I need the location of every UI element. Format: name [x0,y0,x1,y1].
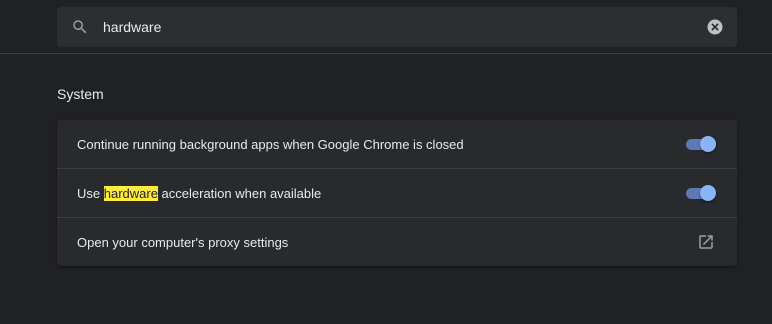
label-suffix: acceleration when available [157,185,322,201]
toggle-knob [700,136,716,152]
hardware-acceleration-toggle[interactable] [684,185,716,201]
setting-row-background-apps[interactable]: Continue running background apps when Go… [57,120,737,168]
setting-label: Use hardware acceleration when available [77,185,684,201]
background-apps-toggle[interactable] [684,136,716,152]
setting-row-proxy-settings[interactable]: Open your computer's proxy settings [57,217,737,266]
clear-icon[interactable] [706,18,724,36]
search-toolbar [0,0,772,54]
settings-card: Continue running background apps when Go… [57,120,737,266]
search-box[interactable] [57,7,737,47]
toggle-knob [700,185,716,201]
open-in-new-icon[interactable] [697,233,715,251]
setting-label: Open your computer's proxy settings [77,234,289,250]
search-input[interactable] [103,7,683,47]
label-prefix: Use [77,185,104,201]
setting-row-hardware-acceleration[interactable]: Use hardware acceleration when available [57,168,737,217]
search-icon [73,20,87,34]
section-title: System [57,86,104,102]
setting-label: Continue running background apps when Go… [77,136,464,152]
search-highlight: hardware [103,185,158,201]
